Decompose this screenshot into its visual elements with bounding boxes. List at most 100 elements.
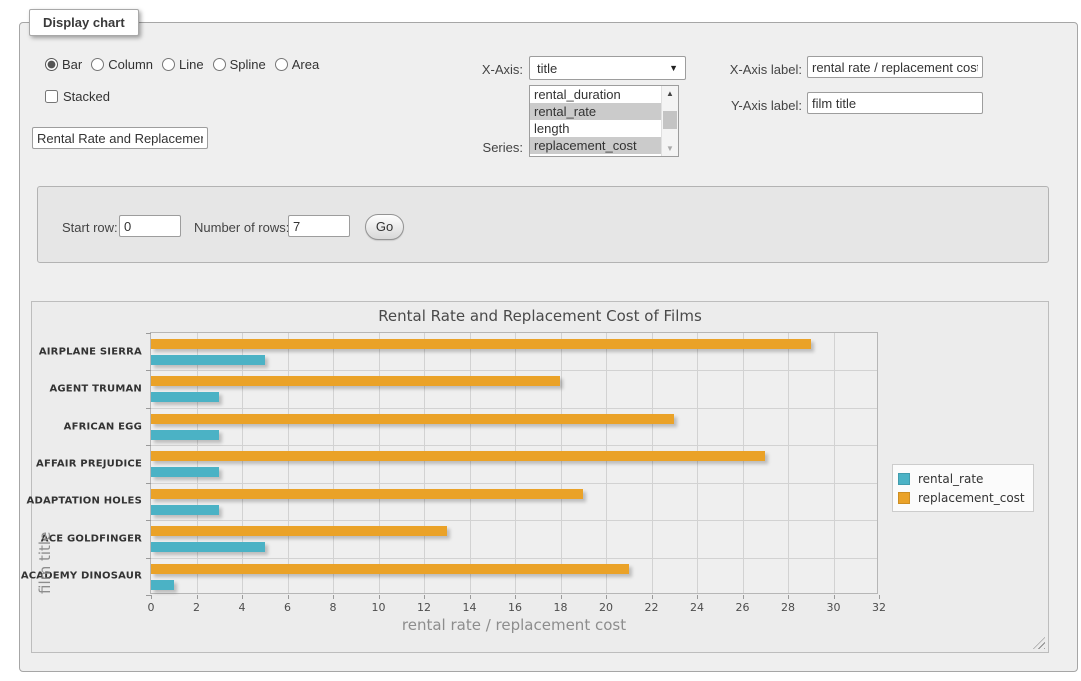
bar-replacement-cost bbox=[151, 526, 447, 536]
radio-spline[interactable] bbox=[213, 58, 226, 71]
x-tick-mark bbox=[743, 595, 744, 599]
radio-area[interactable] bbox=[275, 58, 288, 71]
bar-replacement-cost bbox=[151, 414, 674, 424]
chart-title-input[interactable] bbox=[32, 127, 208, 149]
chart-y-axis-label: film title bbox=[36, 332, 54, 594]
stacked-label: Stacked bbox=[63, 89, 110, 104]
x-tick-label: 28 bbox=[781, 601, 795, 614]
plot-area: 02468101214161820222426283032AIRPLANE SI… bbox=[150, 332, 878, 594]
x-axis-select-label: X-Axis: bbox=[420, 62, 523, 77]
y-tick-mark bbox=[146, 333, 151, 334]
x-tick-mark bbox=[333, 595, 334, 599]
x-tick-label: 12 bbox=[417, 601, 431, 614]
x-tick-label: 6 bbox=[284, 601, 291, 614]
chart-type-option-area[interactable]: Area bbox=[275, 57, 319, 72]
gridline-vertical bbox=[834, 333, 835, 593]
legend-label: rental_rate bbox=[918, 472, 983, 486]
chart-type-option-spline[interactable]: Spline bbox=[213, 57, 266, 72]
number-of-rows-label: Number of rows: bbox=[194, 220, 289, 235]
series-option-replacement_cost[interactable]: replacement_cost bbox=[530, 137, 661, 154]
resize-handle-icon[interactable] bbox=[1033, 637, 1045, 649]
gridline-vertical bbox=[652, 333, 653, 593]
series-scrollbar[interactable]: ▲ ▼ bbox=[661, 86, 678, 156]
chart-type-option-line[interactable]: Line bbox=[162, 57, 204, 72]
gridline-vertical bbox=[515, 333, 516, 593]
stacked-checkbox-row[interactable]: Stacked bbox=[45, 89, 110, 104]
scrollbar-thumb[interactable] bbox=[663, 111, 677, 129]
x-tick-label: 10 bbox=[372, 601, 386, 614]
series-listbox[interactable]: rental_durationrental_ratelengthreplacem… bbox=[529, 85, 679, 157]
x-tick-label: 2 bbox=[193, 601, 200, 614]
x-tick-mark bbox=[697, 595, 698, 599]
bar-replacement-cost bbox=[151, 339, 811, 349]
radio-line[interactable] bbox=[162, 58, 175, 71]
x-tick-mark bbox=[515, 595, 516, 599]
legend-swatch-icon bbox=[898, 492, 910, 504]
number-of-rows-input[interactable] bbox=[288, 215, 350, 237]
radio-label-column: Column bbox=[108, 57, 153, 72]
y-axis-label-input[interactable] bbox=[807, 92, 983, 114]
x-tick-mark bbox=[606, 595, 607, 599]
gridline-horizontal bbox=[151, 408, 877, 409]
y-tick-mark bbox=[146, 408, 151, 409]
bar-rental-rate bbox=[151, 392, 219, 402]
radio-label-line: Line bbox=[179, 57, 204, 72]
start-row-input[interactable] bbox=[119, 215, 181, 237]
gridline-horizontal bbox=[151, 483, 877, 484]
stacked-checkbox[interactable] bbox=[45, 90, 58, 103]
x-tick-label: 14 bbox=[463, 601, 477, 614]
gridline-vertical bbox=[470, 333, 471, 593]
y-tick-mark bbox=[146, 445, 151, 446]
x-tick-mark bbox=[470, 595, 471, 599]
gridline-horizontal bbox=[151, 370, 877, 371]
gridline-vertical bbox=[697, 333, 698, 593]
x-axis-label-input[interactable] bbox=[807, 56, 983, 78]
chart-type-option-bar[interactable]: Bar bbox=[45, 57, 82, 72]
y-category-label: AFRICAN EGG bbox=[64, 421, 142, 432]
scroll-up-icon[interactable]: ▲ bbox=[662, 86, 678, 101]
gridline-vertical bbox=[288, 333, 289, 593]
radio-column[interactable] bbox=[91, 58, 104, 71]
x-tick-mark bbox=[197, 595, 198, 599]
gridline-vertical bbox=[333, 333, 334, 593]
chart-type-radio-group: Bar Column Line Spline Area bbox=[45, 57, 328, 72]
y-category-label: AGENT TRUMAN bbox=[49, 384, 142, 395]
gridline-vertical bbox=[606, 333, 607, 593]
x-tick-mark bbox=[879, 595, 880, 599]
bar-replacement-cost bbox=[151, 564, 629, 574]
gridline-vertical bbox=[197, 333, 198, 593]
x-tick-mark bbox=[242, 595, 243, 599]
x-tick-mark bbox=[834, 595, 835, 599]
gridline-vertical bbox=[561, 333, 562, 593]
series-option-length[interactable]: length bbox=[530, 120, 661, 137]
gridline-vertical bbox=[424, 333, 425, 593]
radio-bar[interactable] bbox=[45, 58, 58, 71]
x-tick-label: 30 bbox=[827, 601, 841, 614]
legend-swatch-icon bbox=[898, 473, 910, 485]
fieldset-legend: Display chart bbox=[29, 9, 139, 36]
gridline-vertical bbox=[743, 333, 744, 593]
y-category-label: ACE GOLDFINGER bbox=[41, 533, 142, 544]
x-tick-label: 16 bbox=[508, 601, 522, 614]
x-tick-label: 4 bbox=[239, 601, 246, 614]
scroll-down-icon[interactable]: ▼ bbox=[662, 141, 678, 156]
x-tick-label: 24 bbox=[690, 601, 704, 614]
bar-rental-rate bbox=[151, 467, 219, 477]
chart-type-option-column[interactable]: Column bbox=[91, 57, 153, 72]
x-axis-select[interactable]: title ▼ bbox=[529, 56, 686, 80]
go-button[interactable]: Go bbox=[365, 214, 404, 240]
gridline-horizontal bbox=[151, 520, 877, 521]
bar-rental-rate bbox=[151, 430, 219, 440]
gridline-vertical bbox=[379, 333, 380, 593]
x-tick-mark bbox=[288, 595, 289, 599]
x-tick-mark bbox=[151, 595, 152, 599]
series-option-rental_duration[interactable]: rental_duration bbox=[530, 86, 661, 103]
x-axis-label-label: X-Axis label: bbox=[698, 62, 802, 77]
series-option-rental_rate[interactable]: rental_rate bbox=[530, 103, 661, 120]
x-tick-label: 26 bbox=[736, 601, 750, 614]
bar-replacement-cost bbox=[151, 489, 583, 499]
x-tick-mark bbox=[788, 595, 789, 599]
gridline-vertical bbox=[788, 333, 789, 593]
x-tick-label: 32 bbox=[872, 601, 886, 614]
x-tick-mark bbox=[561, 595, 562, 599]
